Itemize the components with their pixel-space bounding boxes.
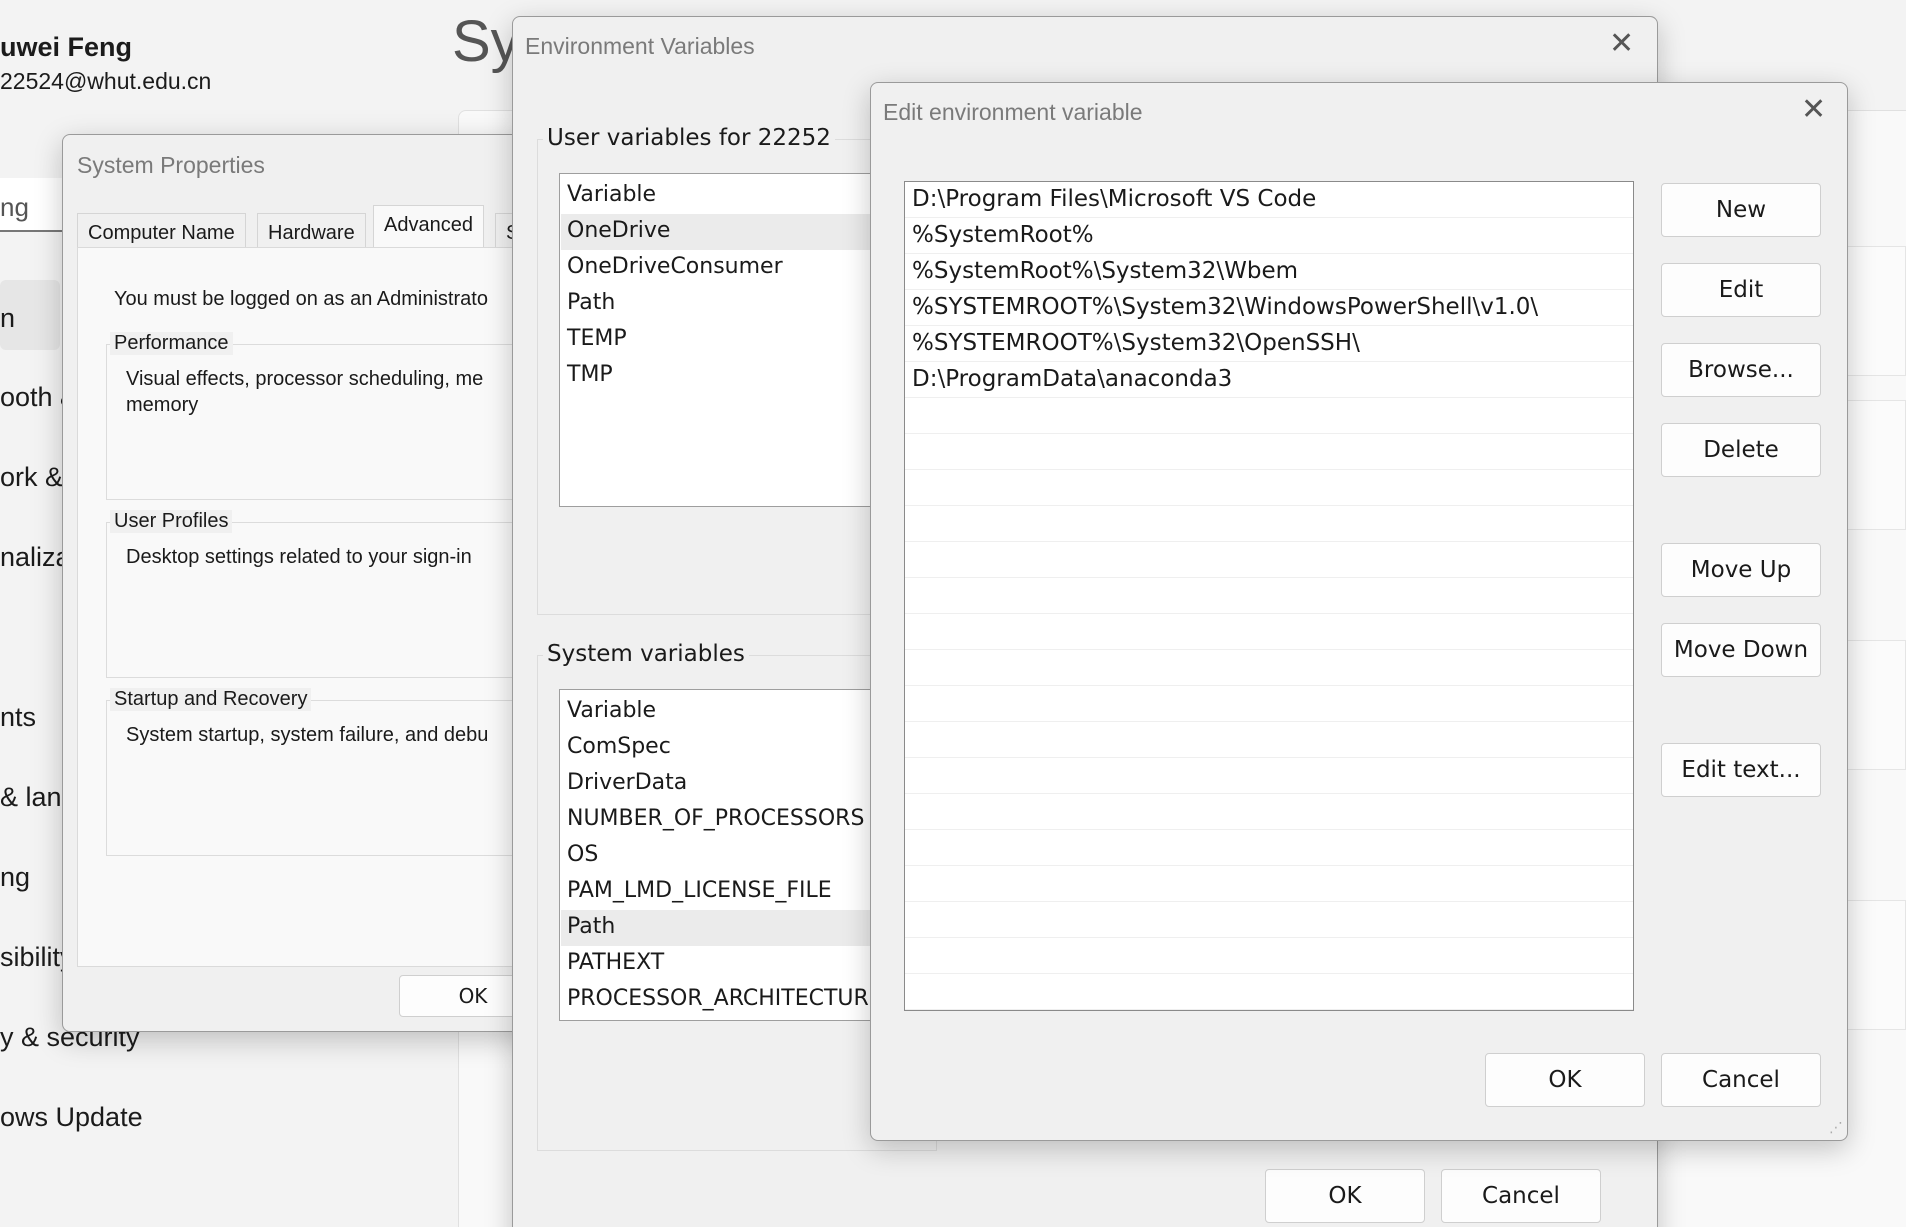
cancel-button[interactable]: Cancel	[1441, 1169, 1601, 1223]
nav-item[interactable]: ork &	[0, 462, 63, 493]
cancel-button[interactable]: Cancel	[1661, 1053, 1821, 1107]
user-email: 22524@whut.edu.cn	[0, 68, 212, 94]
empty-row[interactable]	[905, 938, 1633, 974]
empty-row[interactable]	[905, 974, 1633, 1010]
empty-row[interactable]	[905, 758, 1633, 794]
empty-row[interactable]	[905, 506, 1633, 542]
list-item[interactable]: OneDrive	[567, 218, 670, 243]
new-button[interactable]: New	[1661, 183, 1821, 237]
settings-card[interactable]	[1840, 246, 1906, 376]
edit-environment-variable-dialog: Edit environment variable ✕ D:\Program F…	[870, 82, 1848, 1141]
browse-button[interactable]: Browse...	[1661, 343, 1821, 397]
nav-item[interactable]: nts	[0, 702, 36, 733]
empty-row[interactable]	[905, 866, 1633, 902]
empty-row[interactable]	[905, 794, 1633, 830]
nav-item[interactable]: naliza	[0, 542, 71, 573]
empty-row[interactable]	[905, 902, 1633, 938]
nav-item[interactable]: n	[0, 303, 15, 334]
list-item[interactable]: OS	[567, 842, 598, 867]
list-item[interactable]: D:\ProgramData\anaconda3	[905, 362, 1633, 398]
page-title: Sy	[452, 9, 520, 74]
list-item[interactable]: %SystemRoot%	[905, 218, 1633, 254]
nav-item[interactable]: ows Update	[0, 1102, 143, 1133]
user-name: uwei Feng	[0, 32, 133, 62]
tab-advanced[interactable]: Advanced	[373, 205, 484, 249]
tab-computer-name[interactable]: Computer Name	[77, 213, 246, 249]
move-up-button[interactable]: Move Up	[1661, 543, 1821, 597]
user-profiles-label: User Profiles	[110, 510, 233, 533]
search-input-text: ng	[0, 192, 29, 222]
list-item[interactable]: %SYSTEMROOT%\System32\WindowsPowerShell\…	[905, 290, 1633, 326]
empty-row[interactable]	[905, 614, 1633, 650]
path-entries-list: D:\Program Files\Microsoft VS Code %Syst…	[904, 181, 1634, 1011]
edit-button[interactable]: Edit	[1661, 263, 1821, 317]
list-item[interactable]: OneDriveConsumer	[567, 254, 783, 279]
tab-hardware[interactable]: Hardware	[257, 213, 366, 249]
performance-text: memory	[126, 394, 199, 416]
ok-button[interactable]: OK	[1265, 1169, 1425, 1223]
system-variables-label: System variables	[543, 641, 749, 667]
list-item[interactable]: PAM_LMD_LICENSE_FILE	[567, 878, 832, 903]
column-header-variable[interactable]: Variable	[567, 698, 656, 723]
settings-card[interactable]	[1840, 900, 1906, 1030]
system-properties-dialog: System Properties Computer Name Hardware…	[62, 134, 582, 1032]
dialog-title: Environment Variables	[525, 33, 755, 59]
list-item[interactable]: Path	[567, 914, 615, 939]
settings-card[interactable]	[1840, 400, 1906, 530]
empty-row[interactable]	[905, 830, 1633, 866]
list-item[interactable]: %SYSTEMROOT%\System32\OpenSSH\	[905, 326, 1633, 362]
delete-button[interactable]: Delete	[1661, 423, 1821, 477]
list-item[interactable]: TMP	[567, 362, 613, 387]
empty-row[interactable]	[905, 398, 1633, 434]
performance-text: Visual effects, processor scheduling, me	[126, 368, 484, 390]
move-down-button[interactable]: Move Down	[1661, 623, 1821, 677]
ok-button[interactable]: OK	[1485, 1053, 1645, 1107]
empty-row[interactable]	[905, 650, 1633, 686]
nav-item[interactable]: ng	[0, 862, 30, 893]
empty-row[interactable]	[905, 578, 1633, 614]
close-icon[interactable]: ✕	[1801, 95, 1826, 125]
empty-row[interactable]	[905, 434, 1633, 470]
startup-recovery-text: System startup, system failure, and debu	[126, 724, 489, 746]
tab-panel-advanced: You must be logged on as an Administrato…	[77, 247, 581, 967]
settings-card[interactable]	[1840, 640, 1906, 770]
list-item[interactable]: PROCESSOR_ARCHITECTURE	[567, 986, 883, 1011]
user-variables-label: User variables for 22252	[543, 125, 835, 151]
list-item[interactable]: ComSpec	[567, 734, 671, 759]
resize-grip-icon[interactable]: ⋰	[1829, 1119, 1843, 1136]
admin-notice: You must be logged on as an Administrato	[114, 288, 488, 310]
performance-label: Performance	[110, 332, 233, 355]
empty-row[interactable]	[905, 722, 1633, 758]
dialog-title: System Properties	[77, 152, 265, 178]
user-profiles-text: Desktop settings related to your sign-in	[126, 546, 472, 568]
column-header-variable[interactable]: Variable	[567, 182, 656, 207]
list-item[interactable]: DriverData	[567, 770, 687, 795]
list-item[interactable]: D:\Program Files\Microsoft VS Code	[905, 182, 1633, 218]
edit-text-button[interactable]: Edit text...	[1661, 743, 1821, 797]
close-icon[interactable]: ✕	[1609, 29, 1634, 59]
empty-row[interactable]	[905, 542, 1633, 578]
empty-row[interactable]	[905, 470, 1633, 506]
list-item[interactable]: %SystemRoot%\System32\Wbem	[905, 254, 1633, 290]
list-item[interactable]: NUMBER_OF_PROCESSORS	[567, 806, 864, 831]
list-item[interactable]: Path	[567, 290, 615, 315]
list-item[interactable]: TEMP	[567, 326, 627, 351]
dialog-title: Edit environment variable	[883, 99, 1143, 125]
list-item[interactable]: PATHEXT	[567, 950, 664, 975]
startup-recovery-label: Startup and Recovery	[110, 688, 312, 711]
empty-row[interactable]	[905, 686, 1633, 722]
